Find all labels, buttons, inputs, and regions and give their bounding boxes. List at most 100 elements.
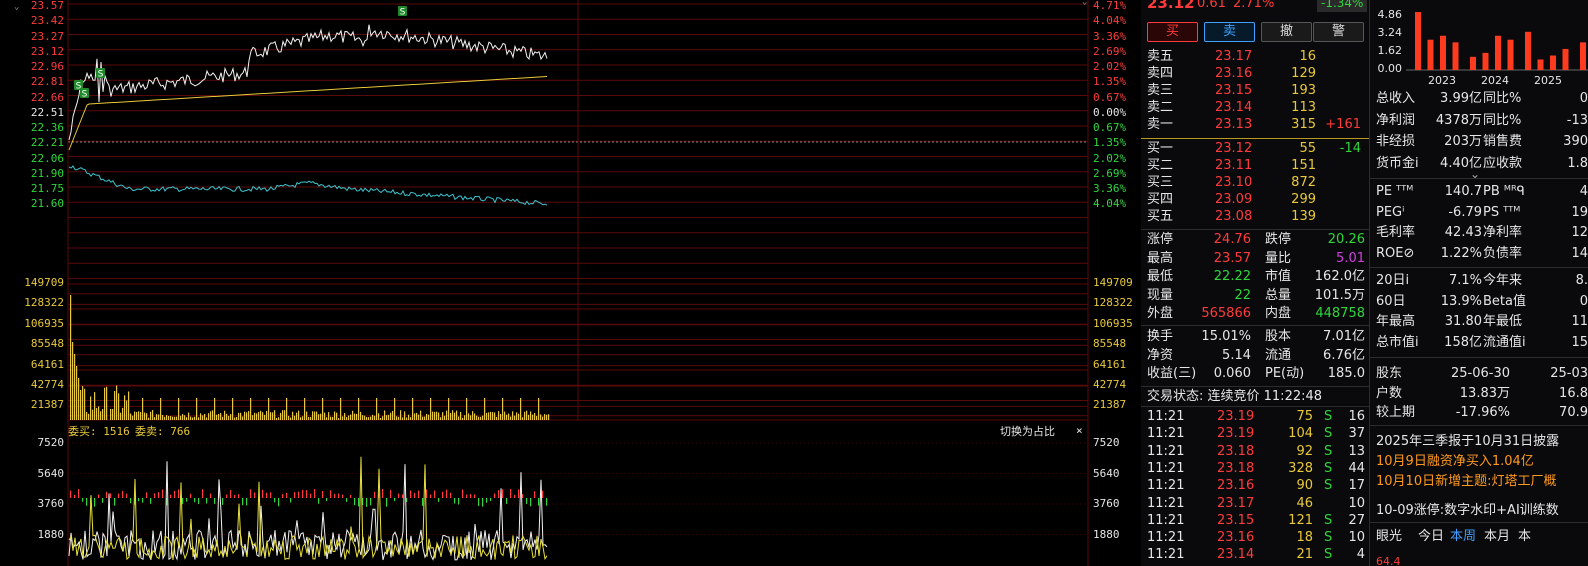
volume-bar	[538, 398, 540, 420]
weibi-tick: 7520	[1093, 436, 1120, 449]
volume-bar	[286, 398, 288, 420]
volume-bar	[310, 417, 312, 420]
buy-level-change	[1301, 157, 1361, 174]
tab-4[interactable]: 本	[1518, 528, 1531, 545]
fin-value: 8.	[1575, 273, 1588, 288]
fin-label: 净利润	[1376, 112, 1416, 128]
sell-level-change: +161	[1325, 117, 1361, 132]
volume-bar	[262, 412, 264, 420]
alert-button[interactable]: 警	[1313, 22, 1364, 42]
tick-count: 10	[1348, 530, 1365, 546]
fin-value: 1.22%	[1440, 245, 1482, 261]
price-tick: 22.96	[30, 60, 64, 73]
switch-ratio-button[interactable]: 切换为占比	[1000, 425, 1055, 438]
volume-bar	[264, 414, 266, 420]
stat-label: 净资	[1147, 347, 1174, 363]
chevron-down-icon[interactable]: ⌄	[1470, 166, 1480, 183]
weibi-bar	[114, 498, 116, 506]
volume-bar	[288, 415, 290, 420]
weibi-sell: 委卖: 766	[135, 425, 191, 438]
volume-bar	[366, 417, 368, 420]
volume-bar	[126, 400, 128, 420]
volume-bar	[76, 366, 78, 420]
volume-bar	[90, 396, 92, 420]
tick-price: 23.18	[1217, 443, 1255, 459]
fin-x-tick: 2023	[1428, 74, 1456, 87]
fin-value: 4	[1579, 184, 1588, 199]
stat-value: 22.22	[1213, 269, 1251, 284]
tick-volume: 46	[1296, 495, 1313, 511]
volume-bar	[120, 412, 122, 420]
fin-label: 同比%	[1483, 112, 1522, 128]
fin-label: Beta值	[1483, 293, 1526, 309]
weibi-bar	[222, 498, 224, 505]
weibi-bar	[330, 490, 332, 498]
volume-bar	[390, 412, 392, 420]
volume-bar	[520, 398, 522, 420]
sell-level-price: 23.16	[1215, 66, 1253, 81]
buy-button[interactable]: 买	[1147, 22, 1198, 42]
volume-bar	[210, 411, 212, 420]
volume-bar	[326, 417, 328, 420]
news-item[interactable]: 2025年三季报于10月31日披露	[1376, 433, 1559, 450]
tick-count: 27	[1348, 512, 1365, 528]
tab-2[interactable]: 本周	[1450, 528, 1476, 545]
fin-y-tick: 4.86	[1378, 8, 1403, 21]
news-item[interactable]: 10月9日融资净买入1.04亿	[1376, 453, 1534, 470]
volume-bar	[180, 415, 182, 420]
volume-bar	[516, 412, 518, 420]
volume-bar	[400, 410, 402, 420]
weibi-bar	[106, 491, 108, 498]
volume-bar	[332, 416, 334, 420]
volume-bar	[170, 416, 172, 420]
pct-tick: 1.35%	[1093, 136, 1127, 150]
weibi-bar	[202, 489, 204, 498]
buy-level-price: 23.09	[1215, 192, 1253, 207]
volume-bar	[248, 411, 250, 420]
volume-bar	[444, 415, 446, 420]
pct-tick: 0.67%	[1093, 90, 1127, 104]
volume-bar	[250, 398, 252, 420]
volume-bar	[314, 411, 316, 420]
tab-1[interactable]: 今日	[1418, 528, 1444, 545]
tick-side: S	[1324, 478, 1333, 494]
intraday-chart[interactable]: SSSS⌄⌄	[0, 0, 1140, 566]
tick-count: 13	[1348, 443, 1365, 459]
pct-tick: 0.67%	[1093, 121, 1127, 134]
volume-bar	[518, 413, 520, 420]
fin-label: PE ᵀᵀᴹ	[1376, 184, 1414, 199]
sell-level-label: 卖一	[1147, 117, 1174, 132]
fin-value: 12	[1571, 225, 1588, 240]
tab-3[interactable]: 本月	[1484, 528, 1510, 545]
volume-bar	[330, 416, 332, 420]
weibi-bar	[510, 489, 512, 498]
volume-bar	[426, 413, 428, 420]
weibi-bar	[494, 493, 496, 498]
trade-status: 交易状态: 连续竞价 11:22:48	[1147, 389, 1323, 404]
volume-bar	[484, 398, 486, 420]
volume-bar	[106, 386, 108, 420]
tick-side: S	[1324, 460, 1333, 476]
holder-value: -17.96%	[1455, 405, 1510, 420]
weibi-bar	[254, 492, 256, 498]
weibi-bar	[278, 498, 280, 507]
volume-bar	[218, 413, 220, 420]
sell-button[interactable]: 卖	[1204, 22, 1255, 42]
volume-bar	[308, 416, 310, 420]
fin-x-tick: 2024	[1481, 74, 1509, 87]
tick-count: 4	[1356, 547, 1365, 563]
volume-bar	[336, 412, 338, 420]
tick-volume: 121	[1288, 512, 1313, 528]
close-icon[interactable]: ×	[1076, 424, 1083, 437]
stat-value: 0.060	[1213, 366, 1251, 381]
sell-level-price: 23.15	[1215, 83, 1253, 98]
volume-tick: 149709	[24, 276, 64, 289]
volume-bar	[440, 417, 442, 420]
news-item[interactable]: 10-09涨停:数字水印+AI训练数	[1376, 502, 1559, 519]
cancel-button[interactable]: 撤	[1261, 22, 1312, 42]
tick-count: 10	[1348, 495, 1365, 511]
volume-bar	[150, 411, 152, 420]
tab-0[interactable]: 眼光	[1376, 528, 1402, 545]
news-item[interactable]: 10月10日新增主题:灯塔工厂概	[1376, 473, 1556, 490]
volume-bar	[398, 416, 400, 420]
